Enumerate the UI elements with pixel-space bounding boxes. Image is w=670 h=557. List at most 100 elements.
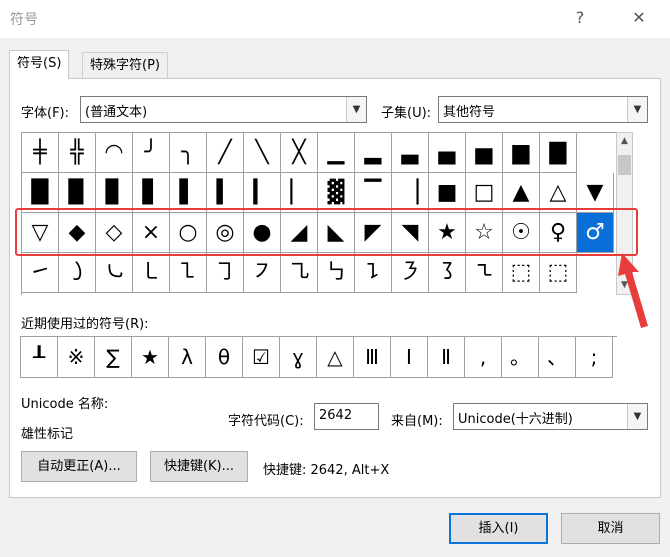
tab-special-characters[interactable]: 特殊字符(P) xyxy=(82,52,168,79)
symbol-cell[interactable]: ╮ xyxy=(170,133,207,173)
symbol-cell[interactable]: ▇ xyxy=(540,133,577,173)
symbol-cell[interactable]: ▓ xyxy=(318,173,355,213)
recent-symbol-cell[interactable]: ★ xyxy=(132,337,169,378)
symbol-cell[interactable]: ● xyxy=(244,213,281,253)
symbol-cell[interactable]: ◥ xyxy=(392,213,429,253)
symbol-cell[interactable]: ╳ xyxy=(281,133,318,173)
symbol-cell[interactable]: ▼ xyxy=(577,173,614,213)
symbol-cell[interactable]: ◠ xyxy=(96,133,133,173)
symbol-cell[interactable]: ◎ xyxy=(207,213,244,253)
help-button[interactable]: ? xyxy=(568,6,592,30)
symbol-cell[interactable]: ▔ xyxy=(355,173,392,213)
symbol-cell[interactable]: □ xyxy=(466,173,503,213)
symbol-cell[interactable]: ▽ xyxy=(22,213,59,253)
symbol-cell[interactable]: ㇃ xyxy=(96,253,133,293)
from-select[interactable]: Unicode(十六进制) ▼ xyxy=(453,403,648,430)
symbol-cell[interactable]: △ xyxy=(540,173,577,213)
autocorrect-button[interactable]: 自动更正(A)... xyxy=(21,451,137,482)
symbol-cell[interactable]: ▌ xyxy=(170,173,207,213)
symbol-cell[interactable]: ㇁ xyxy=(59,253,96,293)
symbol-cell[interactable]: ▆ xyxy=(503,133,540,173)
symbol-cell[interactable]: ◇ xyxy=(96,213,133,253)
chevron-down-icon[interactable]: ▼ xyxy=(627,404,647,429)
symbol-cell[interactable]: ☆ xyxy=(466,213,503,253)
shortcut-key-button[interactable]: 快捷键(K)... xyxy=(150,451,248,482)
symbol-cell[interactable]: ㇄ xyxy=(133,253,170,293)
scroll-up-icon[interactable]: ▲ xyxy=(617,133,632,150)
recent-symbols-row[interactable]: ┸ ※ ∑ ★ λ θ ☑ ɣ △ Ⅲ Ⅰ Ⅱ,。、; xyxy=(20,336,617,378)
symbol-cell[interactable]: ▕ xyxy=(392,173,429,213)
recent-symbol-cell[interactable]: △ xyxy=(317,337,354,378)
cancel-button[interactable]: 取消 xyxy=(561,513,660,544)
font-select[interactable]: (普通文本) ▼ xyxy=(80,96,367,123)
insert-button[interactable]: 插入(I) xyxy=(449,513,548,544)
symbol-cell[interactable]: ▍ xyxy=(207,173,244,213)
recent-symbol-cell[interactable]: ∑ xyxy=(95,337,132,378)
recent-symbol-cell[interactable]: ┸ xyxy=(21,337,58,378)
symbol-cell[interactable]: × xyxy=(133,213,170,253)
symbol-cell[interactable]: ◤ xyxy=(355,213,392,253)
symbol-cell[interactable]: ◣ xyxy=(318,213,355,253)
symbol-cell[interactable]: ㇆ xyxy=(207,253,244,293)
symbol-cell[interactable]: ◢ xyxy=(281,213,318,253)
recent-symbol-cell[interactable]: θ xyxy=(206,337,243,378)
subset-label: 子集(U): xyxy=(381,106,432,121)
symbol-cell[interactable]: ▅ xyxy=(466,133,503,173)
recent-symbol-cell[interactable]: ɣ xyxy=(280,337,317,378)
symbol-grid[interactable]: ╪ ╬ ◠ ╯ ╮ ╱ ╲ ╳ ▁ ▂ ▃ ▄ ▅ ▆ ▇ █ ▉ ▊ ▋ ▌ ▍ ▎ ▏ ▓ ▔ ▕ ■ □ ▲ △ ▼ ▽ ◆ ◇ × ○ ◎ ● ◢ ◣… xyxy=(21,132,616,295)
symbol-cell[interactable]: ▂ xyxy=(355,133,392,173)
symbol-cell[interactable]: ㇋ xyxy=(392,253,429,293)
recent-symbol-cell[interactable]: 。 xyxy=(502,337,539,378)
symbol-cell[interactable]: ㇈ xyxy=(281,253,318,293)
chevron-down-icon[interactable]: ▼ xyxy=(346,97,366,122)
char-code-label: 字符代码(C): xyxy=(228,414,304,429)
recent-symbol-cell[interactable]: , xyxy=(465,337,502,378)
symbol-cell[interactable]: ▃ xyxy=(392,133,429,173)
symbol-cell[interactable]: ㇀ xyxy=(22,253,59,293)
symbol-cell[interactable]: █ xyxy=(22,173,59,213)
symbol-cell[interactable]: ㇅ xyxy=(170,253,207,293)
symbol-cell[interactable]: ㇍ xyxy=(466,253,503,293)
symbol-cell[interactable]: ■ xyxy=(429,173,466,213)
symbol-cell[interactable]: ▋ xyxy=(133,173,170,213)
symbol-cell[interactable]: ╲ xyxy=(244,133,281,173)
symbol-cell[interactable]: ㇇ xyxy=(244,253,281,293)
symbol-cell[interactable]: ╪ xyxy=(22,133,59,173)
scroll-thumb[interactable] xyxy=(618,155,631,175)
tab-symbols[interactable]: 符号(S) xyxy=(9,50,70,79)
window-title: 符号 xyxy=(10,12,38,28)
symbol-cell[interactable]: ▄ xyxy=(429,133,466,173)
recent-symbol-cell[interactable]: Ⅲ xyxy=(354,337,391,378)
recent-symbol-cell[interactable]: ※ xyxy=(58,337,95,378)
symbol-cell[interactable]: ◆ xyxy=(59,213,96,253)
symbol-cell[interactable]: ▲ xyxy=(503,173,540,213)
char-code-input[interactable]: 2642 xyxy=(314,403,379,430)
symbol-cell[interactable]: ★ xyxy=(429,213,466,253)
symbol-cell[interactable]: ㇌ xyxy=(429,253,466,293)
symbol-cell[interactable]: ⬚ xyxy=(540,253,577,293)
symbol-cell[interactable]: ▎ xyxy=(244,173,281,213)
symbol-cell[interactable]: ♂ xyxy=(577,213,614,253)
symbol-cell[interactable]: ☉ xyxy=(503,213,540,253)
symbol-cell[interactable]: ▊ xyxy=(96,173,133,213)
symbol-cell[interactable]: ♀ xyxy=(540,213,577,253)
symbol-cell[interactable]: ╱ xyxy=(207,133,244,173)
symbol-cell[interactable]: ○ xyxy=(170,213,207,253)
recent-symbol-cell[interactable]: 、 xyxy=(539,337,576,378)
close-button[interactable]: ✕ xyxy=(627,6,651,30)
symbol-cell[interactable]: ▏ xyxy=(281,173,318,213)
symbol-cell[interactable]: ㇊ xyxy=(355,253,392,293)
symbol-cell[interactable]: ▉ xyxy=(59,173,96,213)
chevron-down-icon[interactable]: ▼ xyxy=(627,97,647,122)
recent-symbol-cell[interactable]: ; xyxy=(576,337,613,378)
symbol-cell[interactable]: ╯ xyxy=(133,133,170,173)
recent-symbol-cell[interactable]: λ xyxy=(169,337,206,378)
symbol-cell[interactable]: ⬚ xyxy=(503,253,540,293)
recent-symbol-cell[interactable]: Ⅰ xyxy=(391,337,428,378)
symbol-cell[interactable]: ╬ xyxy=(59,133,96,173)
subset-select[interactable]: 其他符号 ▼ xyxy=(438,96,648,123)
symbol-cell[interactable]: ㇉ xyxy=(318,253,355,293)
recent-symbol-cell[interactable]: Ⅱ xyxy=(428,337,465,378)
symbol-cell[interactable]: ▁ xyxy=(318,133,355,173)
recent-symbol-cell[interactable]: ☑ xyxy=(243,337,280,378)
